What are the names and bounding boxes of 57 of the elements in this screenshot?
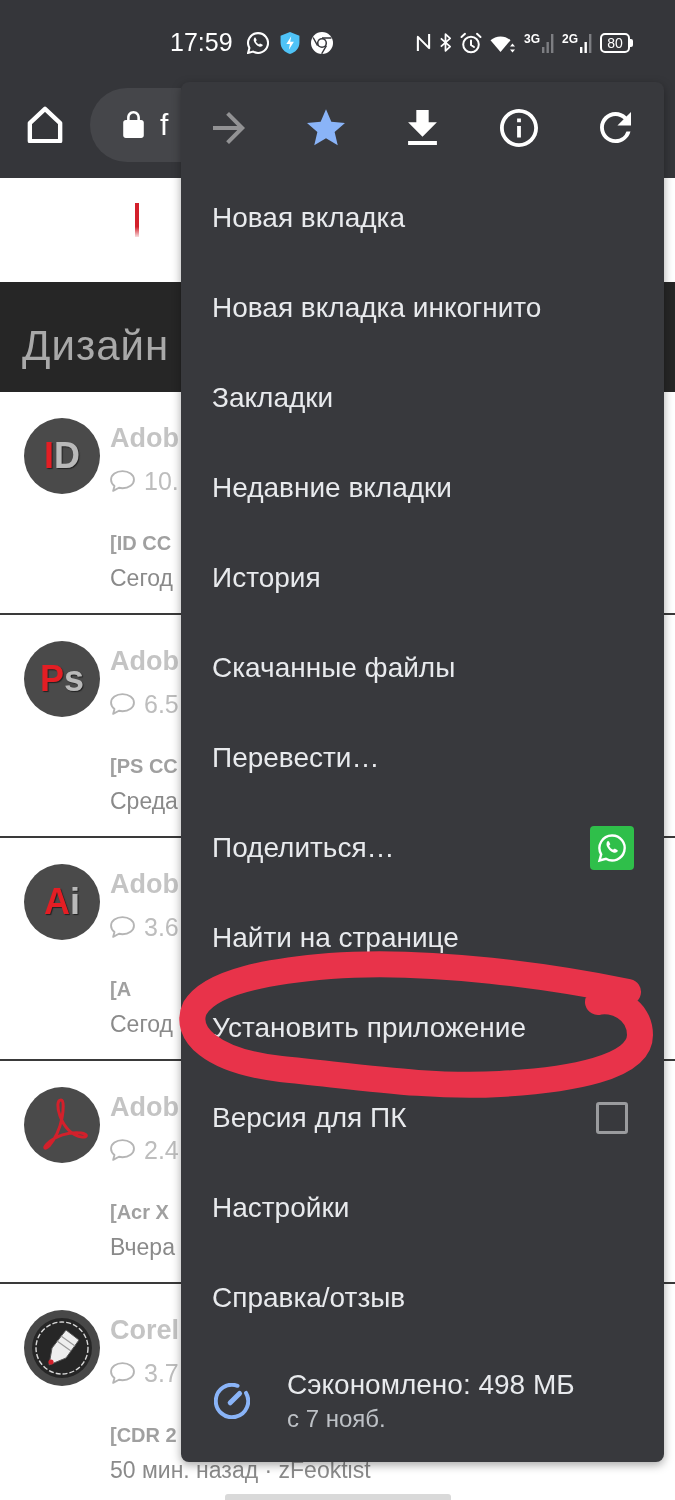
post-date: Сегод [110, 564, 173, 592]
reply-count: 6.5 [144, 691, 179, 717]
speed-gauge-icon [214, 1382, 250, 1419]
menu-item[interactable]: Перевести… [181, 713, 664, 803]
alarm-clock-icon [459, 31, 482, 54]
menu-item[interactable]: Версия для ПК [181, 1073, 664, 1163]
app-logo: Ai [24, 864, 100, 940]
menu-item[interactable]: Скачанные файлы [181, 623, 664, 713]
status-time: 17:59 [170, 30, 233, 55]
reply-count: 3.7 [144, 1360, 179, 1386]
post-tag: [A [110, 976, 132, 1002]
reply-count: 10. [144, 468, 179, 494]
section-title: Дизайн [22, 322, 170, 370]
url-text[interactable]: f [160, 109, 169, 140]
menu-item[interactable]: Закладки [181, 353, 664, 443]
comment-icon [110, 1362, 135, 1384]
menu-item[interactable]: Установить приложение [181, 983, 664, 1073]
chat-bubble-phone-icon [246, 31, 269, 54]
network-type-label: 2G [562, 32, 578, 45]
browser-ring-icon [310, 31, 333, 54]
menu-item[interactable]: Новая вкладка [181, 173, 664, 263]
app-logo: ID [24, 418, 100, 494]
lock-icon [123, 111, 144, 138]
signal-bars-icon [542, 32, 554, 53]
post-tag: [ID CC [110, 530, 172, 556]
comment-icon [110, 470, 135, 492]
shield-bolt-icon [278, 31, 301, 54]
bluetooth-icon [438, 32, 452, 53]
menu-item[interactable]: Недавние вкладки [181, 443, 664, 533]
post-tag: [CDR 2 [110, 1422, 177, 1448]
menu-item[interactable]: Найти на странице [181, 893, 664, 983]
app-logo: Ps [24, 641, 100, 717]
post-tag: [Acr X [110, 1199, 169, 1225]
swirl-logo-icon [24, 1087, 100, 1163]
comment-icon [110, 693, 135, 715]
comment-icon [110, 916, 135, 938]
reply-count: 3.6 [144, 914, 179, 940]
address-bar[interactable]: f [90, 87, 181, 162]
signal-bars-icon [580, 32, 592, 53]
pen-logo-icon [24, 1310, 100, 1386]
checkbox[interactable] [596, 1102, 628, 1134]
menu-item[interactable]: История [181, 533, 664, 623]
nfc-icon [415, 32, 431, 53]
network-type-label: 3G [523, 32, 540, 45]
menu-item[interactable]: Новая вкладка инкогнито [181, 263, 664, 353]
post-date: Сегод [110, 1010, 173, 1038]
reply-count: 2.4 [144, 1137, 179, 1163]
post-date: Среда [110, 787, 178, 815]
menu-item[interactable]: Поделиться… [181, 803, 664, 893]
logo-mark-icon [135, 203, 139, 237]
menu-item[interactable]: Настройки [181, 1163, 664, 1253]
post-tag: [PS CC [110, 753, 178, 779]
home-icon[interactable] [27, 106, 63, 143]
post-date: Вчера [110, 1233, 175, 1261]
comment-icon [110, 1139, 135, 1161]
battery-indicator: 80 [600, 32, 633, 53]
menu-item[interactable]: Справка/отзыв [181, 1253, 664, 1343]
